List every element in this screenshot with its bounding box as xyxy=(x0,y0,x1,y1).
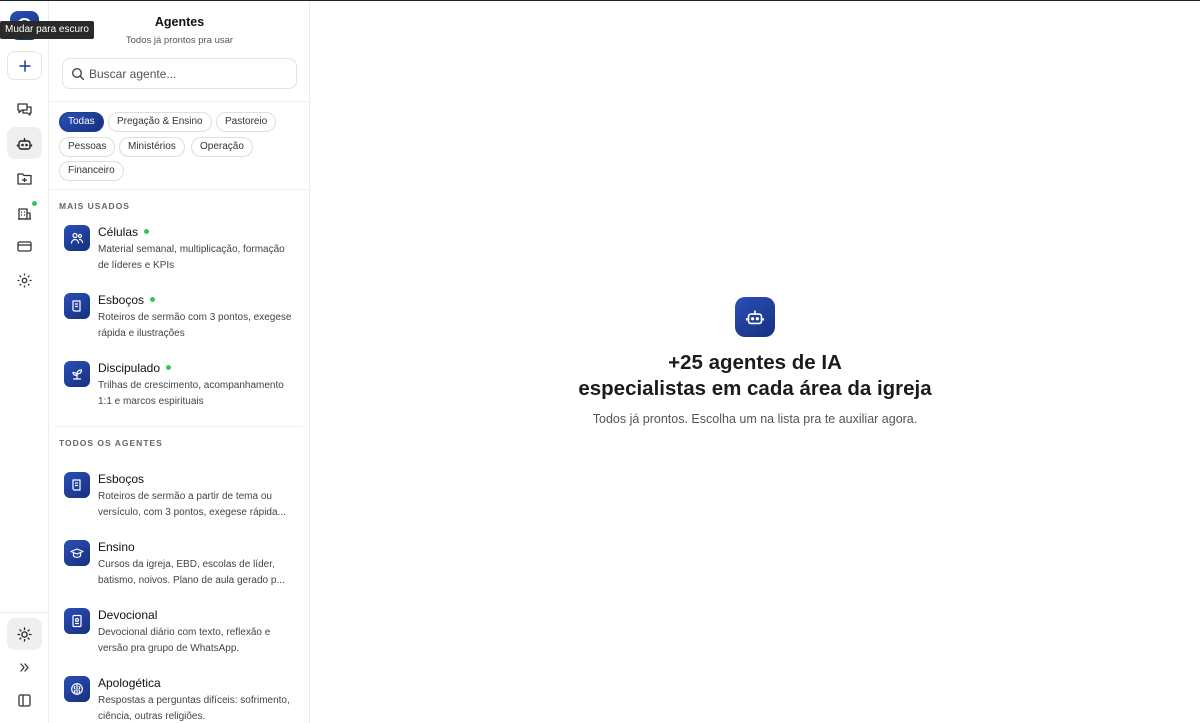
agent-description: Roteiros de sermão com 3 pontos, exegese… xyxy=(98,312,292,339)
icon-rail: Mudar para escuro xyxy=(0,1,94,723)
robot-icon xyxy=(16,138,33,150)
all-agents-label: TODOS OS AGENTES xyxy=(59,438,163,448)
filter-pregacao-ensino[interactable]: Pregação & Ensino xyxy=(108,112,212,132)
rail-church[interactable] xyxy=(7,196,42,228)
sprout-icon xyxy=(72,369,83,380)
folder-icon xyxy=(17,173,32,185)
hero-title-line1: +25 agentes de IA xyxy=(668,351,842,374)
scroll-icon xyxy=(72,479,81,491)
scroll-icon xyxy=(72,300,81,312)
sidebar-icon xyxy=(18,694,31,707)
filter-financeiro[interactable]: Financeiro xyxy=(59,161,124,181)
online-dot xyxy=(144,229,150,235)
search-box[interactable] xyxy=(62,58,297,89)
divider xyxy=(55,426,303,427)
agent-description: Trilhas de crescimento, acompanhamento 1… xyxy=(98,380,284,407)
agent-icon-wrap xyxy=(64,225,90,251)
agents-panel: Agentes Todos já prontos pra usar Todas … xyxy=(49,1,310,723)
rail-settings[interactable] xyxy=(7,264,42,296)
agent-name: Ensino xyxy=(98,540,135,554)
rail-divider xyxy=(0,612,48,613)
divider xyxy=(49,101,309,102)
agent-item-esbocos[interactable]: Esboços Roteiros de sermão com 3 pontos,… xyxy=(57,293,302,353)
expand-button[interactable] xyxy=(7,651,42,683)
hero-title-line2: especialistas em cada área da igreja xyxy=(578,377,932,400)
most-used-label: MAIS USADOS xyxy=(59,201,130,211)
card-icon xyxy=(17,241,32,252)
chat-icon xyxy=(17,103,32,116)
online-dot xyxy=(166,365,172,371)
agent-item-esbocos-all[interactable]: Esboços Roteiros de sermão a partir de t… xyxy=(57,472,302,532)
search-icon xyxy=(71,67,85,81)
agent-description: Roteiros de sermão a partir de tema ou v… xyxy=(98,491,286,518)
rail-billing[interactable] xyxy=(7,230,42,262)
agent-description: Material semanal, multiplicação, formaçã… xyxy=(98,244,285,271)
filter-todas[interactable]: Todas xyxy=(59,112,104,132)
chevrons-right-icon xyxy=(20,663,29,672)
people-icon xyxy=(70,232,84,244)
plus-icon xyxy=(19,60,31,72)
filter-ministerios[interactable]: Ministérios xyxy=(119,137,185,157)
filter-pessoas[interactable]: Pessoas xyxy=(59,137,116,157)
sun-icon xyxy=(17,627,32,642)
book-icon xyxy=(72,614,82,628)
new-chat-button[interactable] xyxy=(7,51,42,80)
hero-icon-wrap xyxy=(735,297,775,337)
filter-pastoreio[interactable]: Pastoreio xyxy=(216,112,277,132)
agent-description: Respostas a perguntas difíceis: sofrimen… xyxy=(98,695,290,722)
rail-files[interactable] xyxy=(7,162,42,194)
graduation-cap-icon xyxy=(70,548,84,558)
agent-name: Discipulado xyxy=(98,361,172,375)
agent-item-celulas[interactable]: Células Material semanal, multiplicação,… xyxy=(57,225,302,285)
divider xyxy=(49,189,309,190)
agent-description: Cursos da igreja, EBD, escolas de líder,… xyxy=(98,559,285,586)
theme-tooltip: Mudar para escuro xyxy=(0,21,94,39)
agent-name: Esboços xyxy=(98,472,145,486)
robot-icon xyxy=(745,310,765,325)
agent-name: Células xyxy=(98,225,150,239)
agent-name: Apologética xyxy=(98,676,161,690)
agent-item-discipulado[interactable]: Discipulado Trilhas de crescimento, acom… xyxy=(57,361,302,421)
theme-toggle[interactable] xyxy=(7,618,42,650)
rail-agents[interactable] xyxy=(7,127,42,159)
online-dot xyxy=(150,297,156,303)
hero-subtitle: Todos já prontos. Escolha um na lista pr… xyxy=(592,412,918,426)
status-badge xyxy=(32,201,37,206)
agent-icon-wrap xyxy=(64,472,90,498)
agent-item-devocional[interactable]: Devocional Devocional diário com texto, … xyxy=(57,608,302,668)
agent-icon-wrap xyxy=(64,676,90,702)
rail-chats[interactable] xyxy=(7,93,42,125)
hero-title: +25 agentes de IA especialistas em cada … xyxy=(310,350,1200,402)
agent-icon-wrap xyxy=(64,540,90,566)
agent-item-ensino[interactable]: Ensino Cursos da igreja, EBD, escolas de… xyxy=(57,540,302,600)
building-icon xyxy=(18,208,31,220)
agent-icon-wrap xyxy=(64,293,90,319)
search-input[interactable] xyxy=(89,65,289,83)
filter-operacao[interactable]: Operação xyxy=(191,137,253,157)
agent-item-apologetica[interactable]: Apologética Respostas a perguntas difíce… xyxy=(57,676,302,723)
agent-name: Esboços xyxy=(98,293,156,307)
brain-icon xyxy=(71,683,83,695)
agent-name: Devocional xyxy=(98,608,158,622)
agent-icon-wrap xyxy=(64,608,90,634)
gear-icon xyxy=(17,273,32,288)
main-area: +25 agentes de IA especialistas em cada … xyxy=(310,1,1200,723)
toggle-sidebar-button[interactable] xyxy=(7,684,42,716)
agent-icon-wrap xyxy=(64,361,90,387)
agent-description: Devocional diário com texto, reflexão e … xyxy=(98,627,271,654)
